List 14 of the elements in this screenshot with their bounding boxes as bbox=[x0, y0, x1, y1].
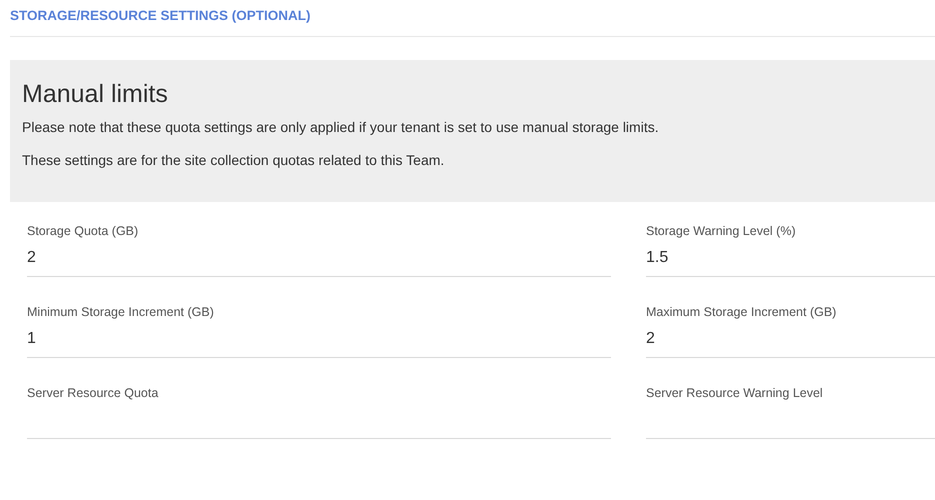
field-label: Server Resource Warning Level bbox=[646, 386, 824, 400]
input-field[interactable]: 1.5 bbox=[646, 244, 935, 277]
field-label: Storage Warning Level (%) bbox=[646, 224, 797, 238]
input-field[interactable]: 1 bbox=[27, 325, 611, 358]
field-label: Maximum Storage Increment (GB) bbox=[646, 305, 838, 319]
field-label: Minimum Storage Increment (GB) bbox=[27, 305, 215, 319]
field-label: Server Resource Quota bbox=[27, 386, 160, 400]
notice-text: Please note that these quota settings are only applied if your tenant is set to use manual storage limits. bbox=[22, 119, 660, 135]
field-label: Storage Quota (GB) bbox=[27, 224, 140, 238]
section-title: STORAGE/RESOURCE SETTINGS (OPTIONAL) bbox=[10, 0, 935, 37]
notice-title: Manual limits bbox=[22, 80, 169, 109]
input-field[interactable]: 2 bbox=[646, 325, 935, 358]
notice-text: These settings are for the site collection quotas related to this Team. bbox=[22, 152, 446, 168]
input-field[interactable]: 2 bbox=[27, 244, 611, 277]
